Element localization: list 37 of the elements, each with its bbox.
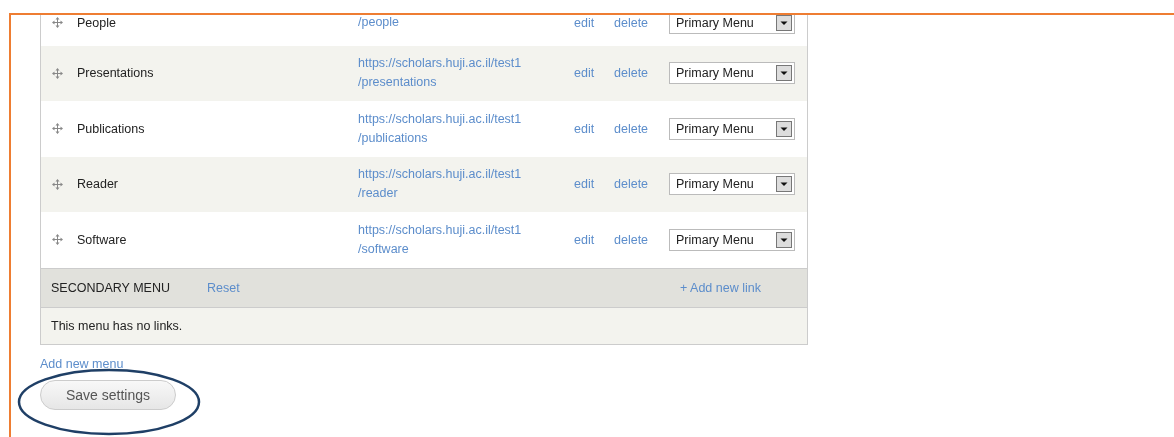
save-settings-button[interactable]: Save settings	[40, 379, 176, 410]
menu-dropdown[interactable]: Primary Menu	[669, 15, 795, 34]
delete-link[interactable]: delete	[614, 121, 669, 136]
menu-dropdown[interactable]: Primary Menu	[669, 117, 795, 140]
add-new-link[interactable]: + Add new link	[680, 280, 761, 295]
delete-link[interactable]: delete	[614, 66, 669, 81]
link-title: Presentations	[77, 66, 154, 81]
reset-link[interactable]: Reset	[207, 280, 680, 295]
empty-message: This menu has no links.	[51, 318, 183, 333]
link-title: People	[77, 15, 116, 30]
link-title: Software	[77, 232, 127, 247]
url-link[interactable]: /people	[358, 15, 574, 33]
drag-handle-icon[interactable]	[52, 234, 63, 246]
edit-link[interactable]: edit	[574, 15, 614, 30]
drag-handle-icon[interactable]	[52, 123, 63, 135]
drag-handle-icon[interactable]	[52, 178, 63, 190]
delete-link[interactable]: delete	[614, 232, 669, 247]
drag-handle-icon[interactable]	[52, 17, 63, 29]
link-title: Publications	[77, 121, 145, 136]
menu-dropdown[interactable]: Primary Menu	[669, 62, 795, 85]
link-title: Reader	[77, 177, 118, 192]
delete-link[interactable]: delete	[614, 15, 669, 30]
url-link[interactable]: https://scholars.huji.ac.il/test1 /software	[358, 220, 574, 259]
dropdown-arrow-icon[interactable]	[776, 15, 792, 31]
menu-dropdown[interactable]: Primary Menu	[669, 173, 795, 196]
edit-link[interactable]: edit	[574, 121, 614, 136]
edit-link[interactable]: edit	[574, 232, 614, 247]
menu-dropdown[interactable]: Primary Menu	[669, 228, 795, 251]
add-menu-link[interactable]: Add new menu	[40, 355, 124, 372]
menu-title: SECONDARY MENU	[51, 280, 171, 295]
url-link[interactable]: https://scholars.huji.ac.il/test1 /presentations	[358, 54, 574, 93]
drag-handle-icon[interactable]	[52, 67, 63, 79]
edit-link[interactable]: edit	[574, 177, 614, 192]
edit-link[interactable]: edit	[574, 66, 614, 81]
url-link[interactable]: https://scholars.huji.ac.il/test1 /publications	[358, 109, 574, 148]
url-link[interactable]: https://scholars.huji.ac.il/test1 /reader	[358, 165, 574, 204]
delete-link[interactable]: delete	[614, 177, 669, 192]
